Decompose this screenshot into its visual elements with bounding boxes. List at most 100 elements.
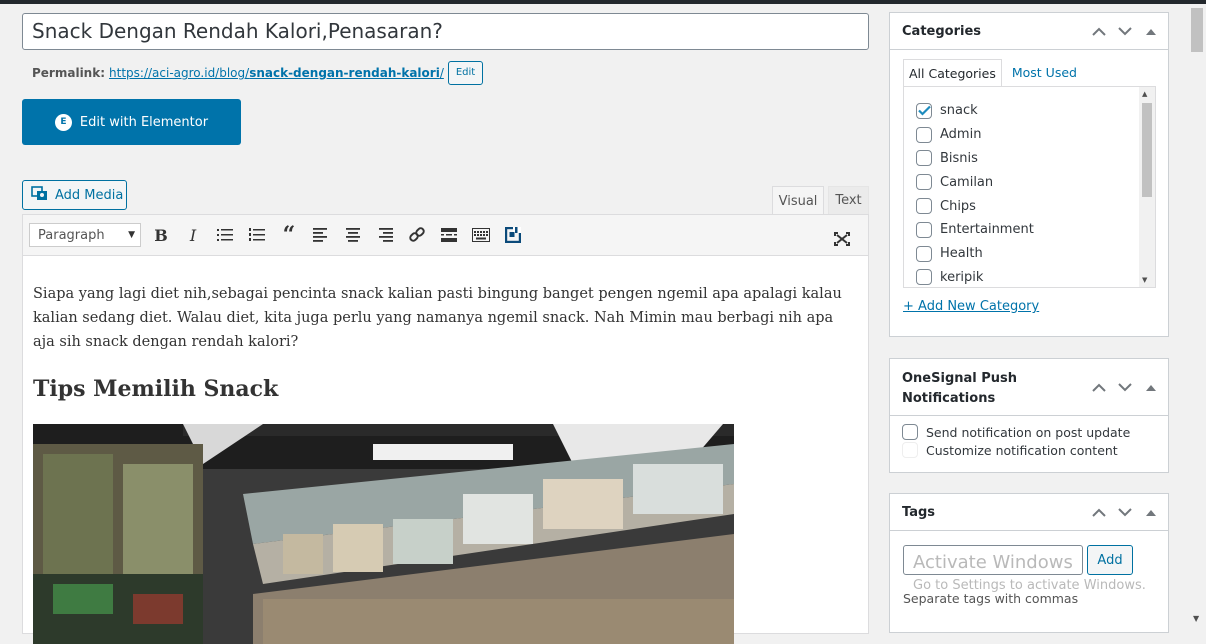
chevron-up-icon[interactable] <box>1090 383 1108 392</box>
category-item[interactable]: Admin <box>904 123 1155 147</box>
scroll-down-icon[interactable]: ▼ <box>1193 614 1199 623</box>
chevron-down-icon[interactable] <box>1116 27 1134 36</box>
category-item[interactable]: snack <box>904 99 1155 123</box>
numbered-list-button[interactable] <box>241 221 273 249</box>
onesignal-box: OneSignal Push Notifications Send notifi… <box>889 358 1169 473</box>
category-label: Camilan <box>940 174 994 190</box>
permalink-edit-button[interactable]: Edit <box>447 61 484 85</box>
content-paragraph: Siapa yang lagi diet nih,sebagai pencint… <box>33 286 842 350</box>
category-item[interactable]: keripik <box>904 266 1155 287</box>
category-item[interactable]: Entertainment <box>904 218 1155 242</box>
add-tag-button[interactable]: Add <box>1087 545 1133 575</box>
chevron-down-icon[interactable] <box>1116 508 1134 517</box>
category-item[interactable]: Health <box>904 242 1155 266</box>
format-select[interactable]: Paragraph ▼ <box>29 223 141 247</box>
elementor-button-label: Edit with Elementor <box>79 114 209 130</box>
customize-notification-label: Customize notification content <box>926 442 1118 458</box>
align-left-button[interactable] <box>305 221 337 249</box>
align-center-button[interactable] <box>337 221 369 249</box>
category-checkbox[interactable] <box>916 245 932 262</box>
collapse-toggle-icon[interactable] <box>1142 384 1160 391</box>
permalink-label: Permalink: <box>32 66 106 80</box>
category-label: snack <box>940 103 978 119</box>
permalink-link[interactable]: https://aci-agro.id/blog/snack-dengan-re… <box>109 66 444 80</box>
scroll-down-icon[interactable]: ▼ <box>1142 276 1147 284</box>
activate-windows-watermark: Activate Windows <box>913 552 1073 573</box>
category-checkbox[interactable] <box>916 221 932 238</box>
permalink-row: Permalink: https://aci-agro.id/blog/snac… <box>32 61 484 85</box>
categories-title: Categories <box>902 23 982 39</box>
collapse-toggle-icon[interactable] <box>1142 509 1160 516</box>
category-label: Health <box>940 246 983 262</box>
add-media-label: Add Media <box>55 187 124 203</box>
customize-notification-checkbox[interactable] <box>902 442 918 458</box>
permalink-url-slug: snack-dengan-rendah-kalori <box>249 66 440 80</box>
page-scrollbar-thumb[interactable] <box>1191 8 1203 52</box>
bullet-list-button[interactable] <box>209 221 241 249</box>
category-label: Entertainment <box>940 222 1034 238</box>
read-more-button[interactable] <box>433 221 465 249</box>
post-title-input[interactable]: Snack Dengan Rendah Kalori,Penasaran? <box>22 13 869 50</box>
category-checkbox[interactable] <box>916 150 932 167</box>
scrollbar-thumb[interactable] <box>1142 103 1152 197</box>
categories-box: Categories All Categories Most Used snac… <box>889 12 1169 337</box>
tab-all-categories[interactable]: All Categories <box>903 59 1002 87</box>
tags-header: Tags <box>890 494 1168 531</box>
editor-content[interactable]: Siapa yang lagi diet nih,sebagai pencint… <box>23 256 868 644</box>
chevron-down-icon: ▼ <box>128 230 135 240</box>
chevron-down-icon[interactable] <box>1116 383 1134 392</box>
chevron-up-icon[interactable] <box>1090 27 1108 36</box>
tags-hint: Separate tags with commas <box>903 591 1079 606</box>
align-right-button[interactable] <box>369 221 401 249</box>
tab-text[interactable]: Text <box>828 186 869 214</box>
send-notification-checkbox[interactable] <box>902 424 918 440</box>
chevron-up-icon[interactable] <box>1090 508 1108 517</box>
send-notification-row[interactable]: Send notification on post update <box>890 423 1168 441</box>
category-tabs: All Categories Most Used <box>903 59 1087 87</box>
editor-toolbar: Paragraph ▼ B I “ <box>23 215 868 256</box>
scroll-up-icon[interactable]: ▲ <box>1142 90 1147 98</box>
collapse-toggle-icon[interactable] <box>1142 28 1160 35</box>
fullscreen-icon[interactable] <box>826 225 858 253</box>
tags-title: Tags <box>902 504 936 520</box>
category-checkbox[interactable] <box>916 174 932 191</box>
add-new-category-link[interactable]: + Add New Category <box>903 299 1039 314</box>
categories-header: Categories <box>890 13 1168 50</box>
onesignal-header: OneSignal Push Notifications <box>890 359 1168 416</box>
link-button[interactable] <box>401 221 433 249</box>
category-scrollbar[interactable]: ▲ ▼ <box>1139 87 1155 287</box>
page-scrollbar[interactable]: ▼ <box>1188 4 1206 627</box>
permalink-url-end: / <box>439 66 444 80</box>
bold-button[interactable]: B <box>145 221 177 249</box>
tab-visual[interactable]: Visual <box>772 186 824 215</box>
category-checkbox[interactable] <box>916 126 932 143</box>
send-notification-label: Send notification on post update <box>926 424 1131 440</box>
category-checkbox[interactable] <box>916 102 932 119</box>
category-checkbox[interactable] <box>916 198 932 215</box>
edit-with-elementor-button[interactable]: E Edit with Elementor <box>22 99 241 145</box>
category-label: Bisnis <box>940 150 978 166</box>
toolbar-toggle-button[interactable] <box>465 221 497 249</box>
category-item[interactable]: Bisnis <box>904 147 1155 171</box>
add-media-icon <box>31 185 49 205</box>
category-item[interactable]: Camilan <box>904 170 1155 194</box>
content-heading: Tips Memilih Snack <box>33 376 279 402</box>
category-label: keripik <box>940 269 984 285</box>
category-checklist[interactable]: snack Admin Bisnis Camilan Chips Enterta… <box>903 86 1156 288</box>
content-editor[interactable]: Paragraph ▼ B I “ Siapa yang lagi diet n… <box>22 214 869 644</box>
format-select-value: Paragraph <box>38 227 105 243</box>
italic-button[interactable]: I <box>177 221 209 249</box>
supermarket-shelf-image[interactable] <box>33 424 734 644</box>
add-media-button[interactable]: Add Media <box>22 180 127 210</box>
blockquote-button[interactable]: “ <box>273 221 305 249</box>
tab-most-used[interactable]: Most Used <box>1002 59 1087 87</box>
category-label: Chips <box>940 198 976 214</box>
permalink-url-base: https://aci-agro.id/blog/ <box>109 66 250 80</box>
category-item[interactable]: Chips <box>904 194 1155 218</box>
category-label: Admin <box>940 127 982 143</box>
customize-notification-row[interactable]: Customize notification content <box>890 441 1168 459</box>
elementor-icon: E <box>54 113 72 131</box>
category-checkbox[interactable] <box>916 269 932 286</box>
insert-block-button[interactable] <box>497 221 529 249</box>
admin-top-bar <box>0 0 1206 4</box>
